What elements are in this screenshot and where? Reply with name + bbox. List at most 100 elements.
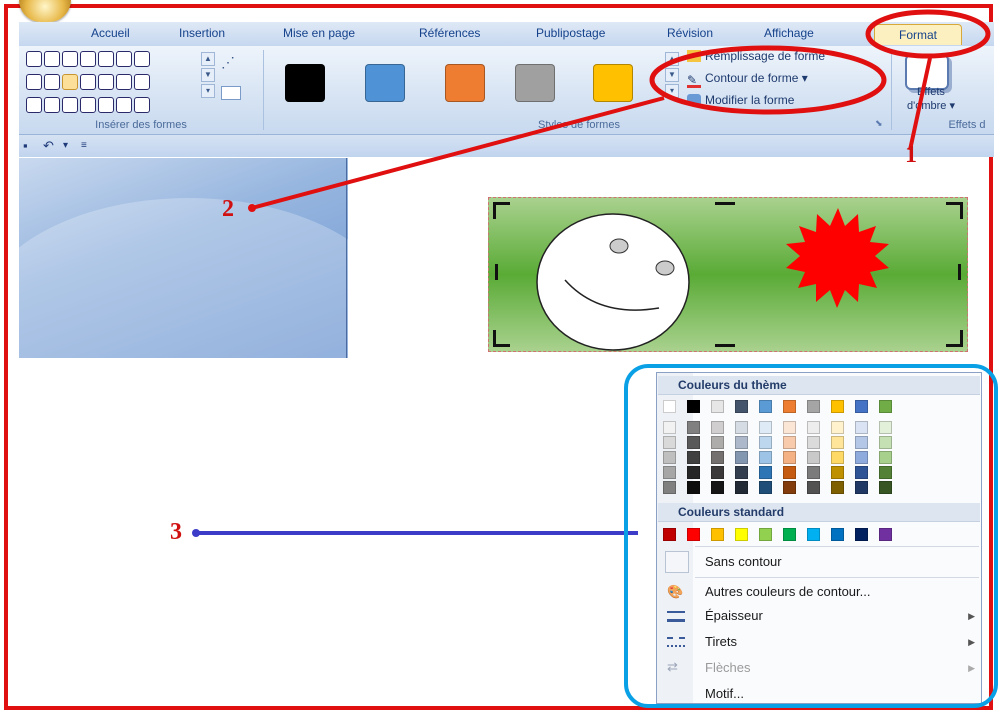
standard-color-swatch[interactable] <box>711 528 724 541</box>
theme-shade-swatch[interactable] <box>855 466 868 479</box>
resize-handle[interactable] <box>715 202 735 205</box>
menu-item-weight[interactable]: Épaisseur <box>705 608 763 623</box>
menu-item-no-outline[interactable]: Sans contour <box>705 554 782 569</box>
tab-affichage[interactable]: Affichage <box>764 26 814 40</box>
theme-shade-swatch[interactable] <box>879 436 892 449</box>
shape-icon[interactable] <box>134 97 150 113</box>
theme-shade-swatch[interactable] <box>855 481 868 494</box>
shape-icon[interactable] <box>80 74 96 90</box>
gallery-scroll-down-icon[interactable]: ▼ <box>201 68 215 82</box>
styles-scroll-up-icon[interactable]: ▲ <box>665 52 679 66</box>
tab-format[interactable]: Format <box>874 24 963 45</box>
theme-shade-swatch[interactable] <box>831 436 844 449</box>
theme-color-swatch[interactable] <box>735 400 748 413</box>
standard-color-swatch[interactable] <box>855 528 868 541</box>
theme-color-swatch[interactable] <box>807 400 820 413</box>
tab-insertion[interactable]: Insertion <box>179 26 225 40</box>
theme-color-swatch[interactable] <box>711 400 724 413</box>
theme-shade-swatch[interactable] <box>663 481 676 494</box>
theme-shade-swatch[interactable] <box>687 481 700 494</box>
theme-shade-swatch[interactable] <box>663 436 676 449</box>
theme-shade-swatch[interactable] <box>735 481 748 494</box>
shape-icon[interactable] <box>134 74 150 90</box>
gallery-more-icon[interactable]: ▾ <box>201 84 215 98</box>
theme-shade-swatch[interactable] <box>735 451 748 464</box>
theme-shade-swatch[interactable] <box>687 451 700 464</box>
theme-shade-swatch[interactable] <box>783 436 796 449</box>
shape-icon[interactable] <box>26 97 42 113</box>
shape-icon[interactable] <box>80 97 96 113</box>
theme-shade-swatch[interactable] <box>735 436 748 449</box>
theme-shade-swatch[interactable] <box>831 421 844 434</box>
theme-shade-swatch[interactable] <box>831 466 844 479</box>
tab-mise-en-page[interactable]: Mise en page <box>283 26 355 40</box>
standard-color-swatch[interactable] <box>879 528 892 541</box>
standard-color-swatch[interactable] <box>807 528 820 541</box>
gallery-scroll-up-icon[interactable]: ▲ <box>201 52 215 66</box>
undo-icon[interactable]: ↶ <box>43 138 54 154</box>
smiley-shape-icon[interactable] <box>116 74 132 90</box>
standard-color-swatch[interactable] <box>831 528 844 541</box>
resize-handle[interactable] <box>946 202 963 219</box>
theme-shade-swatch[interactable] <box>807 436 820 449</box>
menu-item-pattern[interactable]: Motif... <box>705 686 744 701</box>
theme-shade-swatch[interactable] <box>879 481 892 494</box>
star-burst-shape[interactable] <box>786 208 889 308</box>
theme-shade-swatch[interactable] <box>663 451 676 464</box>
standard-color-swatch[interactable] <box>735 528 748 541</box>
theme-shade-swatch[interactable] <box>711 466 724 479</box>
shape-icon[interactable] <box>134 51 150 67</box>
theme-color-swatch[interactable] <box>879 400 892 413</box>
shadow-effects-label-2[interactable]: d'ombre ▾ <box>907 99 955 112</box>
shape-icon[interactable] <box>26 74 42 90</box>
standard-color-swatch[interactable] <box>783 528 796 541</box>
shape-icon[interactable] <box>44 74 60 90</box>
theme-shade-swatch[interactable] <box>855 451 868 464</box>
resize-handle[interactable] <box>958 264 961 280</box>
theme-color-swatch[interactable] <box>783 400 796 413</box>
tab-accueil[interactable]: Accueil <box>91 26 130 40</box>
theme-shade-swatch[interactable] <box>855 436 868 449</box>
edit-points-icon[interactable]: ⋰ <box>221 54 247 74</box>
shape-icon[interactable] <box>116 51 132 67</box>
menu-item-more-outline-colors[interactable]: Autres couleurs de contour... <box>705 584 870 599</box>
theme-shade-swatch[interactable] <box>879 421 892 434</box>
theme-shade-swatch[interactable] <box>783 466 796 479</box>
dialog-launcher-icon[interactable]: ⬊ <box>875 118 883 129</box>
resize-handle[interactable] <box>946 330 963 347</box>
theme-shade-swatch[interactable] <box>759 451 772 464</box>
theme-color-swatch[interactable] <box>687 400 700 413</box>
save-icon[interactable]: ▪ <box>23 138 28 153</box>
theme-shade-swatch[interactable] <box>831 451 844 464</box>
customize-toolbar-icon[interactable]: ≡ <box>81 140 87 151</box>
tab-publipostage[interactable]: Publipostage <box>536 26 605 40</box>
theme-shade-swatch[interactable] <box>735 421 748 434</box>
undo-dropdown-icon[interactable]: ▾ <box>63 140 68 151</box>
style-swatch-gold[interactable] <box>593 64 633 102</box>
shape-icon[interactable] <box>44 97 60 113</box>
tab-revision[interactable]: Révision <box>667 26 713 40</box>
theme-shade-swatch[interactable] <box>759 481 772 494</box>
resize-handle[interactable] <box>493 330 510 347</box>
smiley-face-shape[interactable] <box>536 213 690 351</box>
theme-shade-swatch[interactable] <box>807 451 820 464</box>
theme-shade-swatch[interactable] <box>783 481 796 494</box>
shape-icon[interactable] <box>98 74 114 90</box>
styles-scroll-down-icon[interactable]: ▼ <box>665 68 679 82</box>
theme-shade-swatch[interactable] <box>783 451 796 464</box>
resize-handle[interactable] <box>495 264 498 280</box>
styles-more-icon[interactable]: ▾ <box>665 84 679 98</box>
tab-references[interactable]: Références <box>419 26 480 40</box>
standard-color-swatch[interactable] <box>687 528 700 541</box>
theme-shade-swatch[interactable] <box>807 421 820 434</box>
shape-icon[interactable] <box>116 97 132 113</box>
theme-shade-swatch[interactable] <box>687 436 700 449</box>
shape-fill-command[interactable]: Remplissage de forme <box>687 49 825 63</box>
theme-color-swatch[interactable] <box>831 400 844 413</box>
shape-icon[interactable] <box>98 51 114 67</box>
theme-shade-swatch[interactable] <box>663 466 676 479</box>
standard-color-swatch[interactable] <box>759 528 772 541</box>
shape-icon[interactable] <box>26 51 42 67</box>
theme-shade-swatch[interactable] <box>735 466 748 479</box>
theme-color-swatch[interactable] <box>663 400 676 413</box>
